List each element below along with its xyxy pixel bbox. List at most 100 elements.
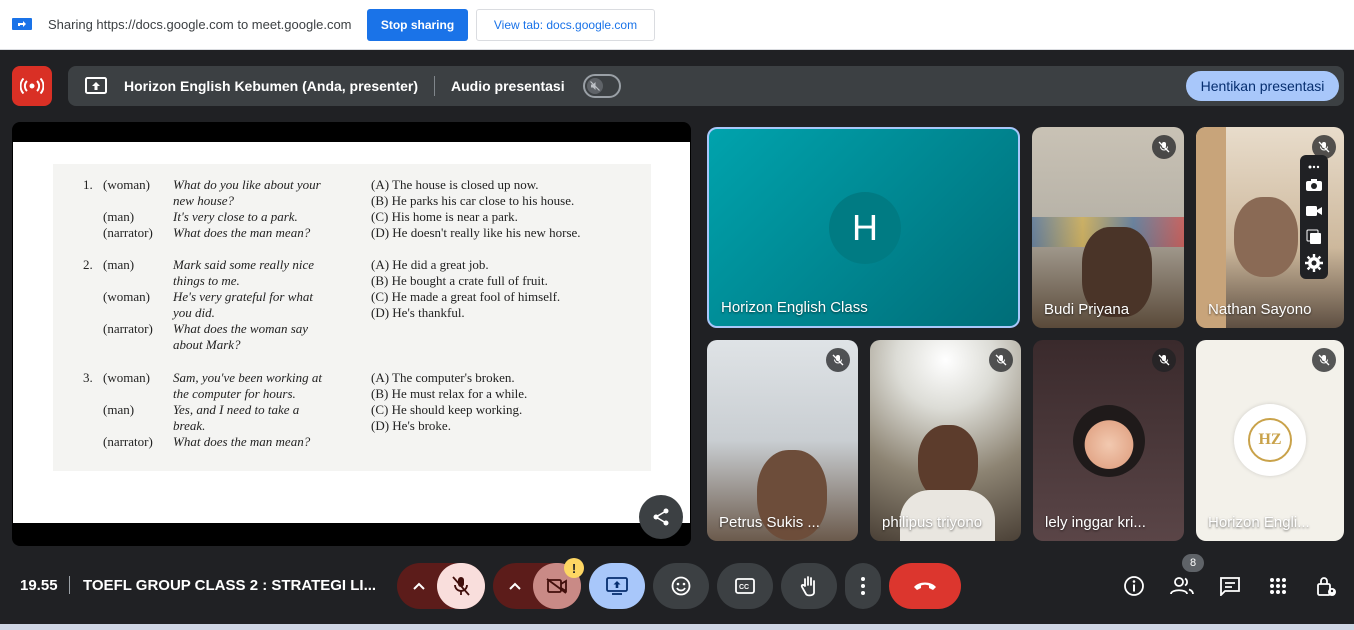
answer-option: (C) His home is near a park. bbox=[371, 209, 518, 224]
volume-off-icon bbox=[590, 81, 600, 91]
mic-toggle-button[interactable] bbox=[437, 563, 485, 609]
answer-option: (C) He should keep working. bbox=[371, 402, 523, 417]
mic-off-icon bbox=[1312, 348, 1336, 372]
answer-option: (C) He made a great fool of himself. bbox=[371, 289, 561, 304]
raise-hand-button[interactable] bbox=[781, 563, 837, 609]
live-presenting-button[interactable] bbox=[12, 66, 52, 106]
participant-tile[interactable]: HZ Horizon Engli... bbox=[1196, 340, 1344, 541]
chevron-up-icon bbox=[413, 582, 425, 590]
person-silhouette bbox=[918, 425, 978, 500]
audio-presentation-toggle[interactable] bbox=[583, 74, 621, 98]
chat-button[interactable] bbox=[1216, 572, 1244, 600]
apps-grid-icon bbox=[1270, 578, 1286, 594]
dialogue-line: the computer for hours. bbox=[173, 386, 296, 401]
participant-name: Horizon Engli... bbox=[1208, 514, 1310, 531]
dialogue-line: Sam, you've been working at bbox=[173, 370, 322, 385]
answer-option: (A) The computer's broken. bbox=[371, 370, 515, 385]
camera-options-button[interactable] bbox=[497, 563, 533, 609]
answer-option: (B) He must relax for a while. bbox=[371, 386, 528, 401]
video-background bbox=[1196, 127, 1226, 328]
people-icon bbox=[1170, 577, 1194, 595]
emoji-icon bbox=[671, 576, 691, 596]
presenting-bar: Horizon English Kebumen (Anda, presenter… bbox=[68, 66, 1344, 106]
activities-button[interactable] bbox=[1264, 572, 1292, 600]
screen-sharing-bar: Sharing https://docs.google.com to meet.… bbox=[0, 0, 1354, 50]
hang-up-icon bbox=[914, 582, 936, 590]
avatar: H bbox=[829, 192, 901, 264]
present-screen-icon bbox=[85, 77, 107, 94]
meeting-details-button[interactable] bbox=[1120, 572, 1148, 600]
answer-option: (D) He doesn't really like his new horse… bbox=[371, 225, 581, 240]
floating-tools bbox=[1300, 155, 1328, 279]
svg-text:CC: CC bbox=[739, 584, 749, 591]
dialogue-line: about Mark? bbox=[173, 337, 241, 352]
dialogue-line: Mark said some really nice bbox=[173, 257, 315, 272]
people-button[interactable] bbox=[1168, 572, 1196, 600]
question-number: 1. bbox=[83, 177, 93, 192]
participant-tile[interactable]: Petrus Sukis ... bbox=[707, 340, 858, 541]
dialogue-line: things to me. bbox=[173, 273, 240, 288]
more-options-button[interactable] bbox=[845, 563, 881, 609]
logo: HZ bbox=[1234, 404, 1306, 476]
more-options-icon[interactable] bbox=[1304, 157, 1324, 177]
speaker: (woman) bbox=[103, 289, 150, 304]
logo-mark: HZ bbox=[1248, 418, 1292, 462]
speaker: (narrator) bbox=[103, 225, 153, 240]
speaker: (narrator) bbox=[103, 321, 153, 336]
participant-name: Petrus Sukis ... bbox=[719, 514, 820, 531]
participant-name: Budi Priyana bbox=[1044, 301, 1130, 318]
avatar bbox=[1073, 405, 1145, 477]
answer-option: (D) He's thankful. bbox=[371, 305, 465, 320]
mic-off-icon bbox=[1152, 348, 1176, 372]
gear-icon[interactable] bbox=[1304, 253, 1324, 273]
view-tab-button[interactable]: View tab: docs.google.com bbox=[476, 9, 655, 41]
video-off-icon bbox=[546, 578, 567, 594]
participant-name: philipus triyono bbox=[882, 514, 983, 531]
speaker: (narrator) bbox=[103, 434, 153, 449]
host-controls-button[interactable] bbox=[1312, 572, 1340, 600]
toggle-knob bbox=[587, 78, 603, 94]
answer-option: (A) He did a great job. bbox=[371, 257, 489, 272]
answer-option: (A) The house is closed up now. bbox=[371, 177, 539, 192]
stop-presenting-button[interactable]: Hentikan presentasi bbox=[1186, 71, 1339, 101]
participant-tile[interactable]: Budi Priyana bbox=[1032, 127, 1184, 328]
screen-share-icon bbox=[12, 18, 32, 30]
participant-name: Horizon English Class bbox=[721, 299, 868, 316]
camera-icon[interactable] bbox=[1304, 175, 1324, 195]
answer-option: (B) He parks his car close to his house. bbox=[371, 193, 575, 208]
captions-button[interactable]: CC bbox=[717, 563, 773, 609]
meeting-title: TOEFL GROUP CLASS 2 : STRATEGI LI... bbox=[83, 577, 377, 594]
dialogue-line: Yes, and I need to take a bbox=[173, 402, 300, 417]
dialogue-line: What does the man mean? bbox=[173, 434, 311, 449]
question-number: 2. bbox=[83, 257, 93, 272]
shared-document: 1. (woman) What do you like about your n… bbox=[13, 142, 690, 523]
person-silhouette bbox=[1234, 197, 1298, 277]
divider bbox=[69, 576, 70, 594]
info-icon bbox=[1124, 576, 1144, 596]
share-button[interactable] bbox=[639, 495, 683, 539]
dialogue-line: He's very grateful for what bbox=[173, 289, 313, 304]
reactions-button[interactable] bbox=[653, 563, 709, 609]
present-now-button[interactable] bbox=[589, 563, 645, 609]
chevron-up-icon bbox=[509, 582, 521, 590]
video-icon[interactable] bbox=[1304, 201, 1324, 221]
dialogue-line: new house? bbox=[173, 193, 235, 208]
taskbar-edge bbox=[0, 624, 1354, 630]
dialogue-line: break. bbox=[173, 418, 206, 433]
participant-tile[interactable]: lely inggar kri... bbox=[1033, 340, 1184, 541]
mic-off-icon bbox=[826, 348, 850, 372]
answer-option: (B) He bought a crate full of fruit. bbox=[371, 273, 548, 288]
participant-tile[interactable]: philipus triyono bbox=[870, 340, 1021, 541]
divider bbox=[434, 76, 435, 96]
speaker: (man) bbox=[103, 257, 135, 272]
mic-options-button[interactable] bbox=[401, 563, 437, 609]
stop-sharing-button[interactable]: Stop sharing bbox=[367, 9, 468, 41]
leave-call-button[interactable] bbox=[889, 563, 961, 609]
document-page: 1. (woman) What do you like about your n… bbox=[53, 164, 651, 471]
question-number: 3. bbox=[83, 370, 93, 385]
speaker: (woman) bbox=[103, 370, 150, 385]
broadcast-icon bbox=[20, 78, 44, 94]
participant-tile-main[interactable]: H Horizon English Class bbox=[707, 127, 1020, 328]
copy-icon[interactable] bbox=[1304, 227, 1324, 247]
chat-icon bbox=[1220, 577, 1240, 596]
